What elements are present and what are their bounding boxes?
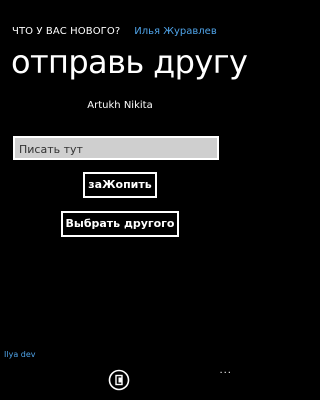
user-name[interactable]: Илья Журавлев	[134, 26, 216, 37]
more-options-button[interactable]: ...	[219, 366, 232, 376]
pick-another-friend-button[interactable]: Выбрать другого	[61, 211, 179, 237]
page-title: отправь другу	[11, 43, 248, 81]
friend-name: Artukh Nikita	[87, 100, 153, 111]
app-header: ЧТО У ВАС НОВОГО? Илья Журавлев	[12, 25, 234, 39]
app-title: ЧТО У ВАС НОВОГО?	[12, 26, 121, 37]
save-button[interactable]: заЖопить	[83, 172, 157, 198]
author-label: Ilya dev	[4, 350, 36, 359]
message-input[interactable]	[13, 136, 219, 160]
share-icon[interactable]	[108, 369, 130, 391]
share-icon-fold	[118, 377, 122, 383]
